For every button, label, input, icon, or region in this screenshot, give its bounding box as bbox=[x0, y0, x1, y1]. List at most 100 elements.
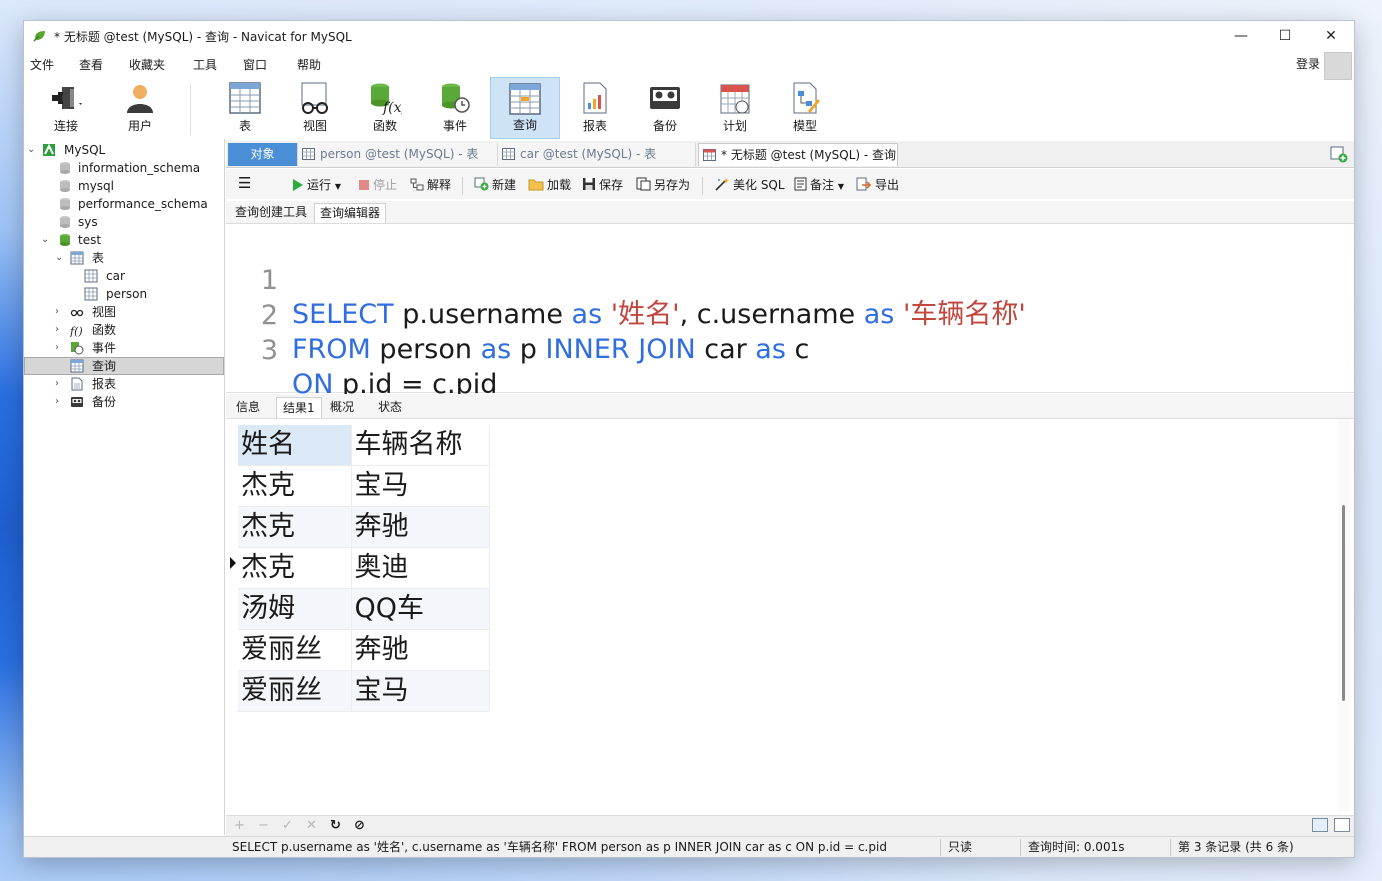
column-header[interactable]: 车辆名称 bbox=[351, 425, 490, 466]
tab-person-table[interactable]: person @test (MySQL) - 表 bbox=[298, 143, 498, 166]
code-text: FROM person as p INNER JOIN car as c bbox=[292, 333, 809, 367]
chevron-right-icon[interactable]: › bbox=[55, 375, 59, 393]
tab-info[interactable]: 信息 bbox=[230, 397, 266, 417]
table-button[interactable]: 表 bbox=[220, 77, 270, 139]
delete-record-button[interactable]: − bbox=[258, 818, 269, 834]
tree-item-test[interactable]: ⌄ test bbox=[24, 231, 224, 249]
tree-item-reports[interactable]: › 报表 bbox=[24, 375, 224, 393]
tab-query-editor[interactable]: 查询编辑器 bbox=[314, 203, 387, 223]
chevron-down-icon[interactable]: ⌄ bbox=[55, 249, 63, 267]
menu-view[interactable]: 查看 bbox=[79, 56, 103, 73]
tree-item-events[interactable]: › 事件 bbox=[24, 339, 224, 357]
event-clock-icon bbox=[71, 342, 84, 355]
comment-button[interactable]: 备注 ▼ bbox=[794, 177, 844, 195]
grid-cell[interactable]: 汤姆 bbox=[238, 588, 352, 630]
grid-cell[interactable]: 宝马 bbox=[351, 465, 490, 507]
menu-tools[interactable]: 工具 bbox=[193, 56, 217, 73]
grid-cell[interactable]: 宝马 bbox=[351, 670, 490, 712]
new-tab-icon[interactable] bbox=[1330, 145, 1348, 163]
tab-profile[interactable]: 概况 bbox=[324, 397, 360, 417]
tab-query-builder[interactable]: 查询创建工具 bbox=[230, 203, 312, 222]
add-record-button[interactable]: + bbox=[234, 818, 245, 834]
menu-favorites[interactable]: 收藏夹 bbox=[129, 56, 165, 73]
beautify-sql-button[interactable]: 美化 SQL bbox=[714, 177, 785, 193]
tab-result1[interactable]: 结果1 bbox=[276, 397, 322, 418]
status-sql: SELECT p.username as '姓名', c.username as… bbox=[232, 840, 887, 854]
status-separator bbox=[1020, 839, 1021, 856]
report-button[interactable]: 报表 bbox=[570, 77, 620, 139]
explain-button[interactable]: 解释 bbox=[410, 177, 451, 193]
tab-status[interactable]: 状态 bbox=[372, 397, 408, 417]
sql-editor[interactable]: 1 SELECT p.username as '姓名', c.username … bbox=[226, 224, 1354, 400]
tree-item-functions[interactable]: › f() 函数 bbox=[24, 321, 224, 339]
new-query-button[interactable]: 新建 bbox=[474, 177, 516, 193]
tree-item-mysql-connection[interactable]: ⌄ MySQL bbox=[24, 141, 224, 159]
grid-cell[interactable]: QQ车 bbox=[351, 588, 490, 630]
chevron-right-icon[interactable]: › bbox=[55, 339, 59, 357]
login-link[interactable]: 登录 bbox=[1296, 55, 1320, 72]
tree-item-tables[interactable]: ⌄ 表 bbox=[24, 249, 224, 267]
tree-item-views[interactable]: › 视图 bbox=[24, 303, 224, 321]
scrollbar-thumb[interactable] bbox=[1342, 505, 1345, 701]
load-button[interactable]: 加载 bbox=[528, 177, 571, 193]
grid-cell[interactable]: 奔驰 bbox=[351, 506, 490, 548]
save-as-button[interactable]: 另存为 bbox=[636, 177, 690, 193]
event-button[interactable]: 事件 bbox=[430, 77, 480, 139]
tab-objects[interactable]: 对象 bbox=[228, 143, 298, 166]
tab-untitled-query[interactable]: * 无标题 @test (MySQL) - 查询 bbox=[698, 143, 898, 166]
maximize-button[interactable]: ☐ bbox=[1262, 21, 1308, 51]
grid-view-icon[interactable] bbox=[1312, 818, 1328, 832]
avatar[interactable] bbox=[1324, 52, 1352, 80]
tree-item-sys[interactable]: sys bbox=[24, 213, 224, 231]
chevron-right-icon[interactable]: › bbox=[55, 393, 59, 411]
grid-cell[interactable]: 杰克 bbox=[238, 506, 352, 548]
stop-icon bbox=[359, 180, 369, 190]
grid-cell[interactable]: 杰克 bbox=[238, 465, 352, 507]
grid-cell[interactable]: 爱丽丝 bbox=[238, 629, 352, 671]
vertical-scrollbar[interactable] bbox=[1338, 419, 1350, 811]
menu-icon[interactable]: ☰ bbox=[238, 175, 251, 191]
chevron-right-icon[interactable]: › bbox=[55, 303, 59, 321]
close-button[interactable]: ✕ bbox=[1308, 21, 1354, 51]
form-view-icon[interactable] bbox=[1334, 818, 1350, 832]
apply-changes-button[interactable]: ✓ bbox=[282, 818, 293, 834]
dropdown-arrow-icon[interactable]: ▼ bbox=[335, 182, 341, 191]
menu-window[interactable]: 窗口 bbox=[243, 56, 267, 73]
minimize-button[interactable]: — bbox=[1218, 21, 1264, 51]
grid-cell[interactable]: 奥迪 bbox=[351, 547, 490, 589]
query-button[interactable]: 查询 bbox=[490, 77, 560, 139]
dropdown-arrow-icon[interactable]: ▼ bbox=[838, 182, 844, 191]
menu-file[interactable]: 文件 bbox=[30, 56, 54, 73]
tab-car-table[interactable]: car @test (MySQL) - 表 bbox=[498, 143, 696, 166]
refresh-button[interactable]: ↻ bbox=[330, 818, 341, 834]
chevron-down-icon[interactable]: ⌄ bbox=[41, 231, 49, 249]
connect-button[interactable]: 连接 bbox=[38, 77, 94, 139]
grid-cell[interactable]: 杰克 bbox=[238, 547, 352, 589]
column-header[interactable]: 姓名 bbox=[238, 425, 352, 466]
tree-item-performance-schema[interactable]: performance_schema bbox=[24, 195, 224, 213]
tree-item-table-car[interactable]: car bbox=[24, 267, 224, 285]
tree-item-mysql-db[interactable]: mysql bbox=[24, 177, 224, 195]
model-button[interactable]: 模型 bbox=[780, 77, 830, 139]
backup-button[interactable]: 备份 bbox=[640, 77, 690, 139]
function-button[interactable]: f(x) 函数 bbox=[360, 77, 410, 139]
tree-item-information-schema[interactable]: information_schema bbox=[24, 159, 224, 177]
menu-help[interactable]: 帮助 bbox=[297, 56, 321, 73]
user-button[interactable]: 用户 bbox=[114, 77, 166, 139]
table-row: 杰克 奔驰 bbox=[238, 506, 490, 548]
export-button[interactable]: 导出 bbox=[856, 177, 899, 193]
tree-item-queries[interactable]: 查询 bbox=[24, 357, 224, 375]
grid-cell[interactable]: 爱丽丝 bbox=[238, 670, 352, 712]
run-button[interactable]: 运行 ▼ bbox=[292, 177, 341, 195]
grid-cell[interactable]: 奔驰 bbox=[351, 629, 490, 671]
tree-item-table-person[interactable]: person bbox=[24, 285, 224, 303]
stop-loading-button[interactable]: ⊘ bbox=[354, 818, 365, 834]
chevron-right-icon[interactable]: › bbox=[55, 321, 59, 339]
save-button[interactable]: 保存 bbox=[582, 177, 623, 193]
stop-button[interactable]: 停止 bbox=[358, 177, 397, 193]
schedule-button[interactable]: 计划 bbox=[710, 77, 760, 139]
chevron-down-icon[interactable]: ⌄ bbox=[27, 141, 35, 159]
discard-changes-button[interactable]: ✕ bbox=[306, 818, 317, 834]
view-button[interactable]: 视图 bbox=[290, 77, 340, 139]
tree-item-backups[interactable]: › 备份 bbox=[24, 393, 224, 411]
